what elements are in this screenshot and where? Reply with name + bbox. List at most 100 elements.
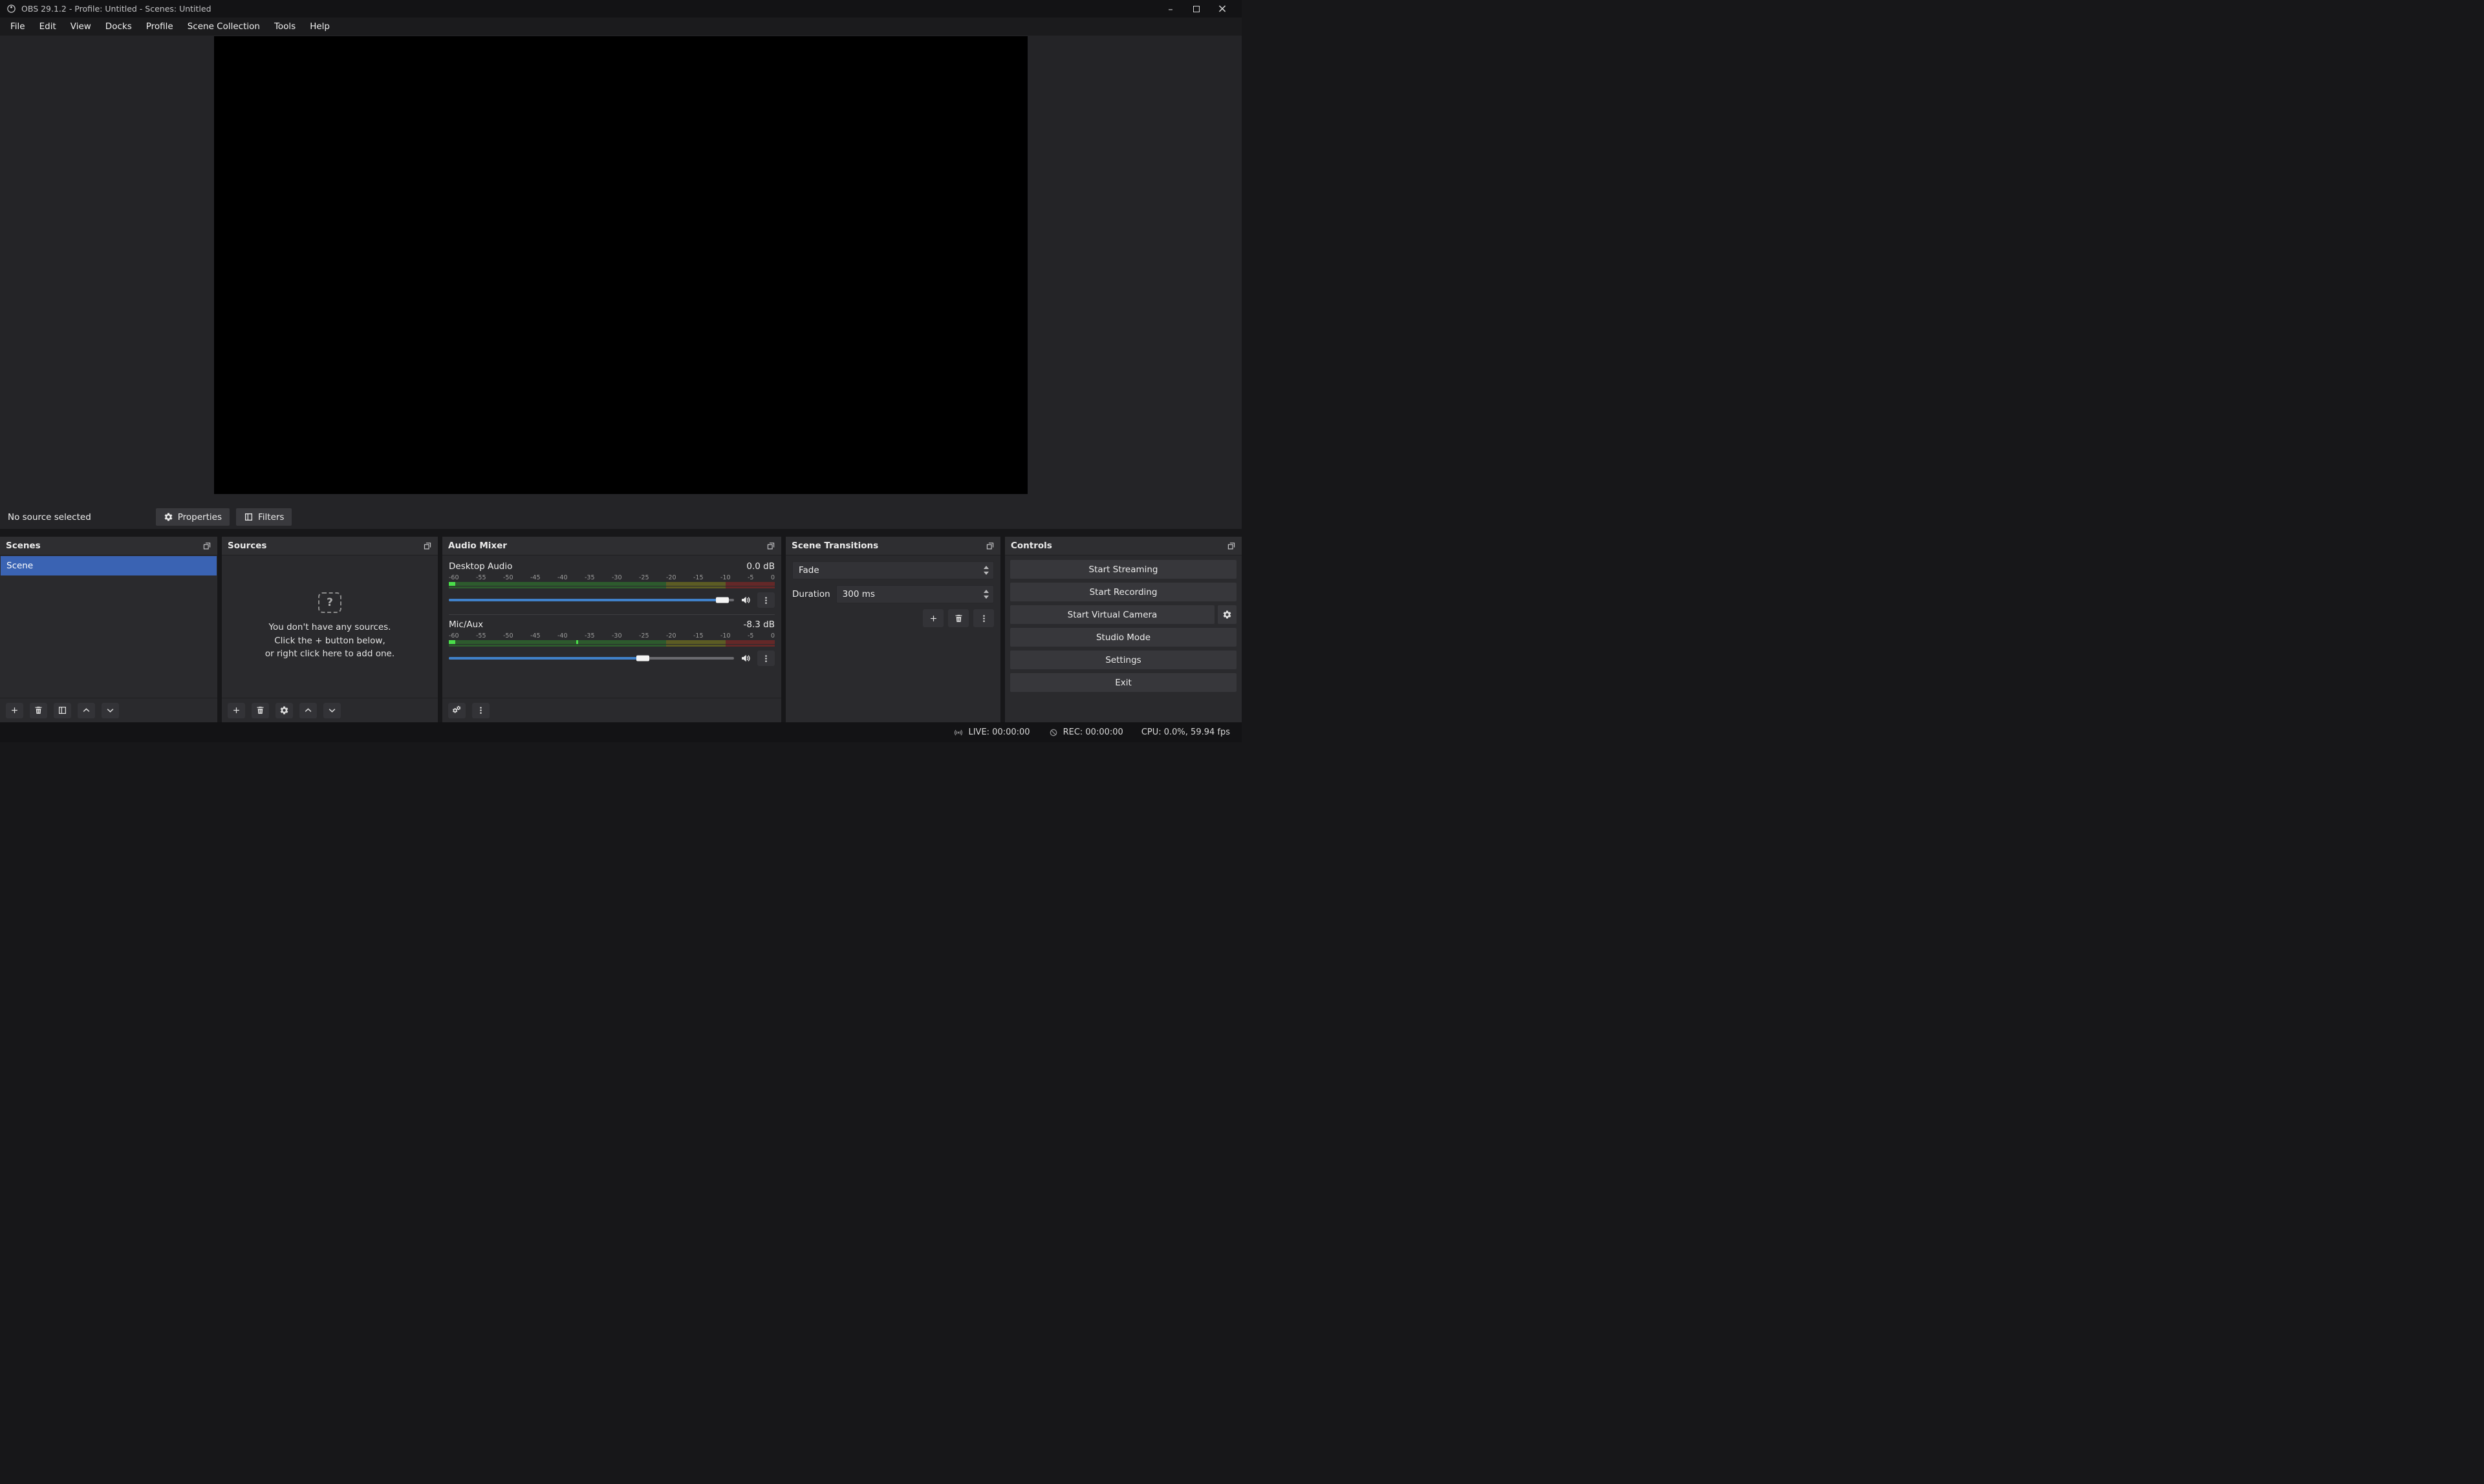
filters-button[interactable]: Filters <box>236 508 292 526</box>
close-button[interactable]: × <box>1209 2 1235 16</box>
menu-help[interactable]: Help <box>303 17 337 36</box>
duration-row: Duration 300 ms <box>792 585 994 603</box>
meter-tick-label: -20 <box>666 632 676 640</box>
exit-button[interactable]: Exit <box>1010 673 1237 692</box>
start-recording-button[interactable]: Start Recording <box>1010 583 1237 601</box>
scene-item-label: Scene <box>6 561 33 571</box>
menu-view[interactable]: View <box>63 17 98 36</box>
transition-properties-button[interactable] <box>973 609 994 627</box>
remove-source-button[interactable] <box>252 703 269 718</box>
mic-aux-options-button[interactable] <box>757 651 775 666</box>
mixer-options-button[interactable] <box>472 703 490 718</box>
scenes-popout-button[interactable] <box>202 541 211 550</box>
duration-decrement-button[interactable] <box>984 596 989 599</box>
transitions-popout-button[interactable] <box>986 541 995 550</box>
meter-tick-label: -50 <box>503 574 513 582</box>
menu-file[interactable]: File <box>3 17 32 36</box>
scenes-list[interactable]: Scene <box>0 555 217 698</box>
obs-window: OBS 29.1.2 - Profile: Untitled - Scenes:… <box>0 0 1242 742</box>
scene-list-item-selected[interactable]: Scene <box>1 556 217 575</box>
virtual-camera-config-button[interactable] <box>1218 605 1237 624</box>
mic-aux-name: Mic/Aux <box>449 619 483 630</box>
menu-edit[interactable]: Edit <box>32 17 63 36</box>
mic-aux-meter-peak-bar <box>449 645 775 647</box>
desktop-audio-meter-scale: -60-55-50-45-40-35-30-25-20-15-10-50 <box>449 574 775 582</box>
source-properties-button[interactable] <box>275 703 293 718</box>
desktop-audio-mute-button[interactable] <box>740 594 751 606</box>
live-timer: LIVE: 00:00:00 <box>968 727 1030 737</box>
titlebar[interactable]: OBS 29.1.2 - Profile: Untitled - Scenes:… <box>0 0 1242 17</box>
controls-popout-button[interactable] <box>1227 541 1236 550</box>
move-scene-up-button[interactable] <box>78 703 95 718</box>
mic-aux-volume-slider[interactable] <box>449 657 734 660</box>
mixer-popout-button[interactable] <box>766 541 775 550</box>
cpu-status: CPU: 0.0%, 59.94 fps <box>1141 727 1230 737</box>
desktop-audio-volume-slider[interactable] <box>449 599 734 601</box>
meter-peak-marker <box>576 640 578 644</box>
meter-tick-label: -15 <box>693 632 704 640</box>
move-scene-down-button[interactable] <box>102 703 119 718</box>
sources-list[interactable]: ? You don't have any sources. Click the … <box>222 555 438 698</box>
meter-tick-label: -40 <box>557 574 568 582</box>
mixer-toolbar <box>442 698 781 722</box>
meter-tick-label: -25 <box>639 574 649 582</box>
studio-mode-button[interactable]: Studio Mode <box>1010 628 1237 647</box>
maximize-button[interactable] <box>1183 2 1209 16</box>
question-mark-icon: ? <box>318 592 341 613</box>
menu-docks[interactable]: Docks <box>98 17 139 36</box>
preview-area <box>0 36 1242 505</box>
broadcast-icon <box>953 727 964 738</box>
empty-line-1: You don't have any sources. <box>265 621 394 634</box>
minimize-button[interactable]: – <box>1158 2 1183 16</box>
chevron-down-icon <box>105 705 115 715</box>
move-source-down-button[interactable] <box>323 703 341 718</box>
add-source-button[interactable] <box>228 703 245 718</box>
move-source-up-button[interactable] <box>299 703 317 718</box>
plus-icon <box>232 705 241 715</box>
menu-scene-collection[interactable]: Scene Collection <box>180 17 267 36</box>
desktop-audio-name: Desktop Audio <box>449 561 512 572</box>
sources-popout-button[interactable] <box>423 541 432 550</box>
duration-increment-button[interactable] <box>984 590 989 593</box>
duration-input[interactable]: 300 ms <box>836 585 994 603</box>
gears-icon <box>452 705 462 715</box>
source-toolbar: No source selected Properties Filters <box>0 505 1242 529</box>
settings-button[interactable]: Settings <box>1010 651 1237 669</box>
scenes-panel: Scenes Scene <box>0 537 217 722</box>
empty-line-3: or right click here to add one. <box>265 647 394 661</box>
remove-transition-button[interactable] <box>948 609 969 627</box>
start-streaming-button[interactable]: Start Streaming <box>1010 560 1237 579</box>
chevron-up-icon <box>303 705 313 715</box>
popout-icon <box>423 541 432 550</box>
menu-tools[interactable]: Tools <box>267 17 303 36</box>
source-status-label: No source selected <box>8 512 91 522</box>
start-virtual-camera-button[interactable]: Start Virtual Camera <box>1010 605 1215 624</box>
transition-select[interactable]: Fade <box>792 561 994 579</box>
obs-logo-icon <box>6 4 16 14</box>
filters-icon <box>244 512 254 522</box>
volume-slider-handle[interactable] <box>636 656 649 661</box>
remove-scene-button[interactable] <box>30 703 47 718</box>
menu-profile[interactable]: Profile <box>139 17 180 36</box>
mic-aux-level: -8.3 dB <box>744 619 775 630</box>
meter-tick-label: -25 <box>639 632 649 640</box>
advanced-audio-properties-button[interactable] <box>448 703 466 718</box>
scene-filters-button[interactable] <box>54 703 71 718</box>
desktop-audio-meter-peak-bar <box>449 586 775 588</box>
volume-slider-handle[interactable] <box>716 597 729 603</box>
properties-button[interactable]: Properties <box>156 508 230 526</box>
meter-yellow-zone <box>666 586 726 588</box>
meter-yellow-zone <box>666 645 726 647</box>
add-scene-button[interactable] <box>6 703 23 718</box>
meter-tick-label: -60 <box>449 632 459 640</box>
speaker-icon <box>740 594 751 606</box>
desktop-audio-options-button[interactable] <box>757 592 775 608</box>
mic-aux-mute-button[interactable] <box>740 652 751 664</box>
meter-tick-label: -5 <box>748 632 753 640</box>
meter-tick-label: -20 <box>666 574 676 582</box>
volume-slider-fill <box>449 657 643 660</box>
add-transition-button[interactable] <box>923 609 944 627</box>
preview-canvas[interactable] <box>214 36 1028 494</box>
close-icon: × <box>1217 2 1227 16</box>
kebab-icon <box>761 596 771 605</box>
